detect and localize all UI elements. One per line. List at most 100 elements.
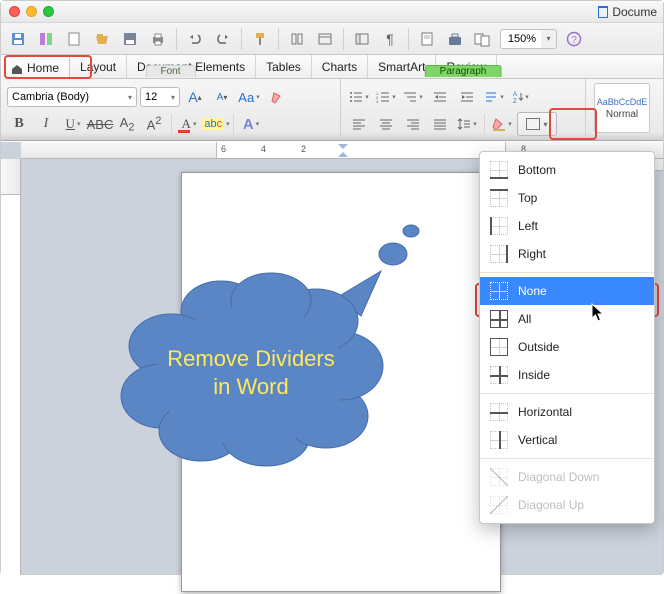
svg-text:3: 3 (376, 99, 379, 103)
strikethrough-button[interactable]: ABC (88, 113, 112, 135)
document-icon (598, 6, 608, 18)
window-maximize-button[interactable] (43, 6, 54, 17)
ribbon-tabs: Home Layout Document Elements Tables Cha… (1, 55, 663, 79)
menu-item-label: Bottom (518, 163, 556, 177)
new-from-template-button[interactable] (61, 27, 87, 51)
menu-item-label: Diagonal Up (518, 498, 584, 512)
line-spacing-button[interactable] (455, 113, 479, 135)
superscript-button[interactable]: A2 (142, 113, 166, 135)
border-right-icon (490, 245, 508, 263)
window-close-button[interactable] (9, 6, 20, 17)
save-button[interactable] (5, 27, 31, 51)
borders-split-button[interactable]: ▾ (517, 112, 557, 136)
align-right-button[interactable] (401, 113, 425, 135)
menu-item-border-bottom[interactable]: Bottom (480, 156, 654, 184)
vertical-ruler[interactable] (1, 159, 21, 574)
font-size-combo[interactable]: 12▾ (140, 87, 180, 107)
border-all-icon (490, 310, 508, 328)
ribbon-group-paragraph-label: Paragraph (425, 65, 502, 77)
borders-icon (526, 118, 540, 130)
highlight-color-button[interactable]: abc (204, 113, 228, 135)
open-button[interactable] (89, 27, 115, 51)
sort-button[interactable]: AZ (509, 86, 533, 108)
print-button[interactable] (145, 27, 171, 51)
paragraph-marks-button[interactable]: ¶ (377, 27, 403, 51)
tab-layout[interactable]: Layout (70, 55, 127, 78)
toolbox-button[interactable] (442, 27, 468, 51)
grow-font-button[interactable]: A▴ (183, 86, 207, 108)
callout-text-line2: in Word (213, 374, 288, 399)
ribbon-content: Font Cambria (Body)▾ 12▾ A▴ A▾ Aa B I U … (1, 79, 663, 141)
show-sidebar-button[interactable] (349, 27, 375, 51)
tab-smartart-label: SmartArt (378, 60, 425, 74)
page-layout-button[interactable] (414, 27, 440, 51)
format-painter-button[interactable] (247, 27, 273, 51)
menu-item-border-outside[interactable]: Outside (480, 333, 654, 361)
change-case-button[interactable]: Aa (237, 86, 261, 108)
zoom-dropdown-button[interactable]: ▾ (541, 29, 557, 49)
shrink-font-button[interactable]: A▾ (210, 86, 234, 108)
border-bottom-icon (490, 161, 508, 179)
quick-access-toolbar: ¶ 150% ▾ ? (1, 23, 663, 55)
decrease-indent-button[interactable] (428, 86, 452, 108)
justify-button[interactable] (428, 113, 452, 135)
style-sample-text: AaBbCcDdE (597, 97, 648, 107)
font-color-button[interactable]: A (177, 113, 201, 135)
border-vertical-icon (490, 431, 508, 449)
zoom-field[interactable]: 150% (500, 29, 544, 49)
tab-home-label: Home (27, 61, 59, 75)
borders-dropdown-menu: Bottom Top Left Right None All Outside I… (479, 151, 655, 524)
redo-button[interactable] (210, 27, 236, 51)
text-effects-button[interactable]: A (239, 113, 263, 135)
window-minimize-button[interactable] (26, 6, 37, 17)
undo-button[interactable] (182, 27, 208, 51)
menu-item-label: Left (518, 219, 538, 233)
border-inside-icon (490, 366, 508, 384)
style-gallery-item-normal[interactable]: AaBbCcDdE Normal (594, 83, 650, 133)
border-outside-icon (490, 338, 508, 356)
ribbon-group-styles: AaBbCcDdE Normal (586, 79, 650, 140)
svg-text:A: A (513, 92, 517, 98)
new-document-button[interactable] (33, 27, 59, 51)
save-as-button[interactable] (117, 27, 143, 51)
show-hide-button[interactable] (312, 27, 338, 51)
menu-item-label: Right (518, 247, 546, 261)
text-direction-button[interactable] (482, 86, 506, 108)
menu-item-border-horizontal[interactable]: Horizontal (480, 398, 654, 426)
increase-indent-button[interactable] (455, 86, 479, 108)
menu-item-border-right[interactable]: Right (480, 240, 654, 268)
shading-button[interactable] (490, 113, 514, 135)
ruler-number: 2 (301, 144, 306, 154)
tab-tables[interactable]: Tables (256, 55, 312, 78)
menu-item-label: Diagonal Down (518, 470, 599, 484)
svg-text:?: ? (571, 35, 577, 46)
menu-item-border-inside[interactable]: Inside (480, 361, 654, 389)
subscript-button[interactable]: A2 (115, 113, 139, 135)
clear-formatting-button[interactable] (264, 86, 288, 108)
menu-item-label: Inside (518, 368, 550, 382)
menu-item-border-none[interactable]: None (480, 277, 654, 305)
menu-item-label: Vertical (518, 433, 557, 447)
tab-charts[interactable]: Charts (312, 55, 368, 78)
ruler-number: 6 (221, 144, 226, 154)
menu-item-border-left[interactable]: Left (480, 212, 654, 240)
align-left-button[interactable] (347, 113, 371, 135)
menu-item-border-all[interactable]: All (480, 305, 654, 333)
align-center-button[interactable] (374, 113, 398, 135)
numbering-button[interactable]: 123 (374, 86, 398, 108)
font-name-combo[interactable]: Cambria (Body)▾ (7, 87, 137, 107)
bullets-button[interactable] (347, 86, 371, 108)
tab-home[interactable]: Home (1, 56, 70, 80)
multilevel-list-button[interactable] (401, 86, 425, 108)
italic-button[interactable]: I (34, 113, 58, 135)
bold-button[interactable]: B (7, 113, 31, 135)
style-name: Normal (606, 109, 638, 120)
help-button[interactable]: ? (561, 27, 587, 51)
columns-button[interactable] (284, 27, 310, 51)
indent-marker-icon[interactable] (338, 144, 348, 158)
menu-item-border-top[interactable]: Top (480, 184, 654, 212)
media-browser-button[interactable] (470, 27, 496, 51)
menu-item-border-vertical[interactable]: Vertical (480, 426, 654, 454)
border-diagonal-up-icon (490, 496, 508, 514)
underline-button[interactable]: U (61, 113, 85, 135)
